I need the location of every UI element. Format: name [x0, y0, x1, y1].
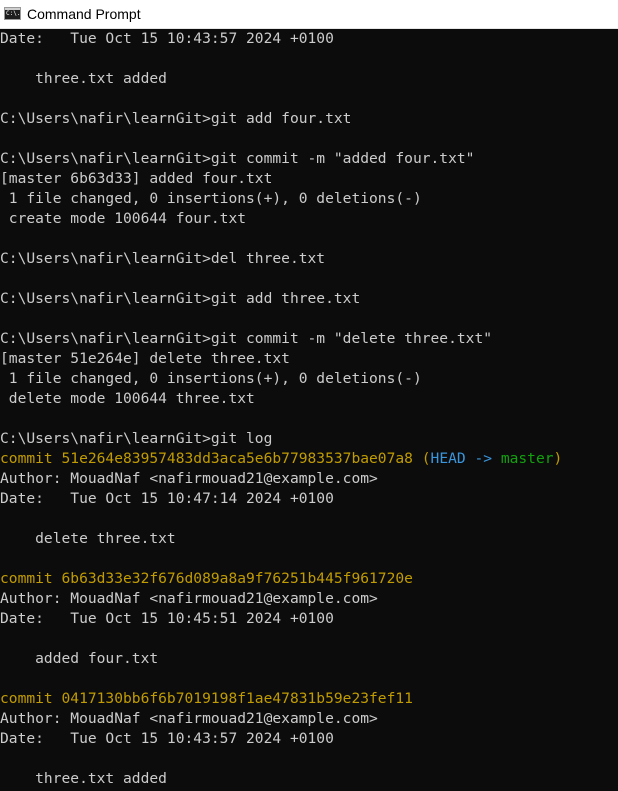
console-line: C:\Users\nafir\learnGit>git log [0, 429, 618, 449]
console-line: Date: Tue Oct 15 10:43:57 2024 +0100 [0, 29, 618, 49]
console-line: Date: Tue Oct 15 10:43:57 2024 +0100 [0, 729, 618, 749]
console-line: C:\Users\nafir\learnGit>git commit -m "d… [0, 329, 618, 349]
console-text: ) [553, 450, 563, 467]
console-text: Date: Tue Oct 15 10:43:57 2024 +0100 [0, 730, 334, 747]
console-line: Date: Tue Oct 15 10:47:14 2024 +0100 [0, 489, 618, 509]
command-prompt-window: C:\. Command Prompt Date: Tue Oct 15 10:… [0, 0, 618, 791]
console-line: 1 file changed, 0 insertions(+), 0 delet… [0, 189, 618, 209]
console-line: C:\Users\nafir\learnGit>git commit -m "a… [0, 149, 618, 169]
console-line: commit 51e264e83957483dd3aca5e6b77983537… [0, 449, 618, 469]
console-text: HEAD -> [430, 450, 501, 467]
title-bar[interactable]: C:\. Command Prompt [0, 0, 618, 29]
console-text: commit 6b63d33e32f676d089a8a9f76251b445f… [0, 570, 413, 587]
console-text: C:\Users\nafir\learnGit>del three.txt [0, 250, 326, 267]
console-text: Date: Tue Oct 15 10:47:14 2024 +0100 [0, 490, 334, 507]
console-text: Author: MouadNaf <nafirmouad21@example.c… [0, 470, 378, 487]
console-line: 1 file changed, 0 insertions(+), 0 delet… [0, 369, 618, 389]
console-line: create mode 100644 four.txt [0, 209, 618, 229]
console-line: delete three.txt [0, 529, 618, 549]
console-text: master [500, 450, 554, 467]
console-text: Author: MouadNaf <nafirmouad21@example.c… [0, 710, 378, 727]
console-line: [master 6b63d33] added four.txt [0, 169, 618, 189]
console-text: Author: MouadNaf <nafirmouad21@example.c… [0, 590, 378, 607]
console-text: C:\Users\nafir\learnGit>git commit -m "a… [0, 150, 475, 167]
console-line: commit 6b63d33e32f676d089a8a9f76251b445f… [0, 569, 618, 589]
console-text: commit 51e264e83957483dd3aca5e6b77983537… [0, 450, 431, 467]
console-line: C:\Users\nafir\learnGit>git add four.txt [0, 109, 618, 129]
console-text: added four.txt [0, 650, 159, 667]
console-line: [master 51e264e] delete three.txt [0, 349, 618, 369]
console-text: commit 0417130bb6f6b7019198f1ae47831b59e… [0, 690, 413, 707]
cmd-icon: C:\. [4, 6, 21, 20]
console-text: 1 file changed, 0 insertions(+), 0 delet… [0, 370, 422, 387]
console-line: Author: MouadNaf <nafirmouad21@example.c… [0, 589, 618, 609]
console-text: [master 51e264e] delete three.txt [0, 350, 290, 367]
console-text: [master 6b63d33] added four.txt [0, 170, 273, 187]
console-line: commit 0417130bb6f6b7019198f1ae47831b59e… [0, 689, 618, 709]
console-text: C:\Users\nafir\learnGit>git commit -m "d… [0, 330, 493, 347]
window-title: Command Prompt [27, 6, 141, 22]
console-text: C:\Users\nafir\learnGit>git add three.tx… [0, 290, 361, 307]
console-line: Author: MouadNaf <nafirmouad21@example.c… [0, 469, 618, 489]
console-line: added four.txt [0, 649, 618, 669]
console-text: Date: Tue Oct 15 10:43:57 2024 +0100 [0, 30, 334, 47]
console-text: delete mode 100644 three.txt [0, 390, 255, 407]
console-text: create mode 100644 four.txt [0, 210, 247, 227]
console-line: Author: MouadNaf <nafirmouad21@example.c… [0, 709, 618, 729]
console-line: three.txt added [0, 769, 618, 789]
console-text: three.txt added [0, 770, 167, 787]
console-text: Date: Tue Oct 15 10:45:51 2024 +0100 [0, 610, 334, 627]
console-line: C:\Users\nafir\learnGit>git add three.tx… [0, 289, 618, 309]
console-line: Date: Tue Oct 15 10:45:51 2024 +0100 [0, 609, 618, 629]
console-output[interactable]: Date: Tue Oct 15 10:43:57 2024 +0100 thr… [0, 29, 618, 791]
console-text: C:\Users\nafir\learnGit>git add four.txt [0, 110, 352, 127]
console-line: three.txt added [0, 69, 618, 89]
console-text: C:\Users\nafir\learnGit>git log [0, 430, 273, 447]
console-text: delete three.txt [0, 530, 176, 547]
console-text: three.txt added [0, 70, 167, 87]
console-text: 1 file changed, 0 insertions(+), 0 delet… [0, 190, 422, 207]
console-line: C:\Users\nafir\learnGit>del three.txt [0, 249, 618, 269]
console-line: delete mode 100644 three.txt [0, 389, 618, 409]
